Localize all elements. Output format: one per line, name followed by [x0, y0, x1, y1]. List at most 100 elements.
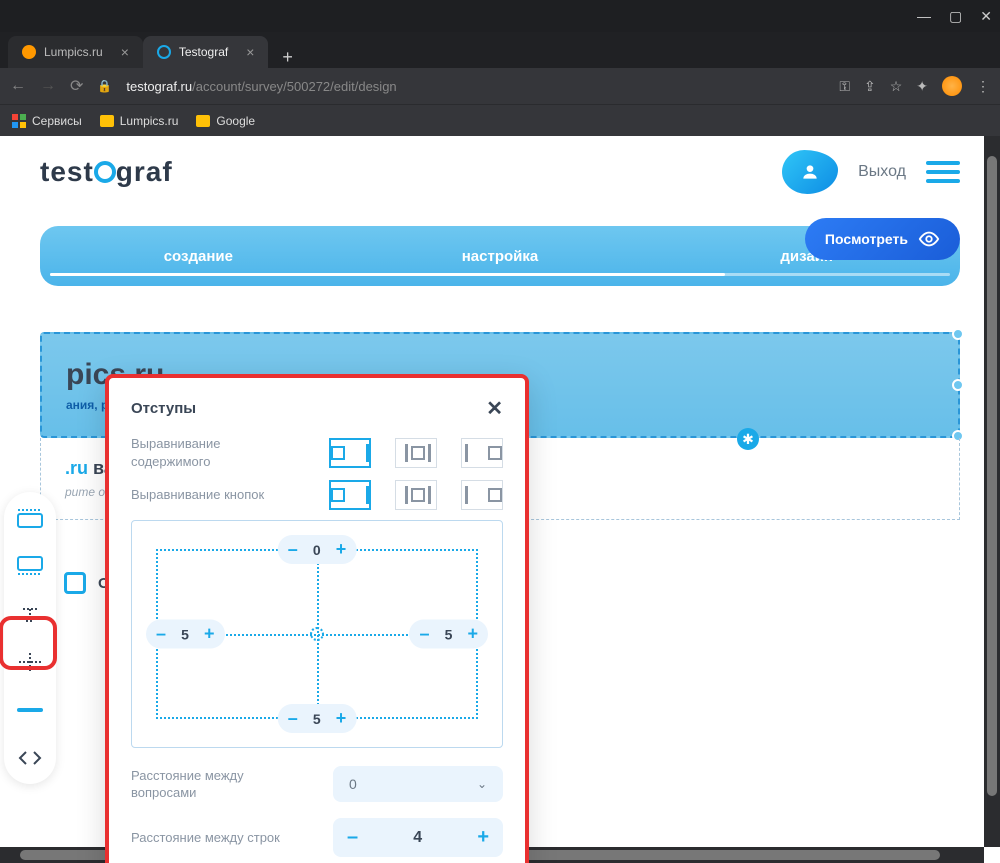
decrement-button[interactable]: –	[347, 826, 358, 849]
lock-icon[interactable]: 🔒	[97, 79, 112, 93]
finish-link[interactable]: Завершить	[874, 302, 940, 316]
line-gap-label: Расстояние между строк	[131, 829, 280, 847]
chevron-down-icon: ⌄	[477, 777, 487, 791]
close-tab-icon[interactable]: ×	[246, 44, 254, 60]
close-tab-icon[interactable]: ×	[121, 44, 129, 60]
user-icon	[800, 162, 820, 182]
apps-grid-icon	[12, 114, 26, 128]
address-bar: ← → ⟳ 🔒 testograf.ru/account/survey/5002…	[0, 68, 1000, 104]
browser-tabstrip: Lumpics.ru × Testograf × +	[0, 32, 1000, 68]
preview-button[interactable]: Посмотреть	[805, 218, 960, 260]
align-content-options	[329, 438, 503, 468]
layout-tool[interactable]	[12, 502, 48, 534]
panel-close-button[interactable]: ✕	[486, 396, 503, 421]
center-dot-icon	[310, 627, 324, 641]
align-right-option[interactable]	[461, 480, 503, 510]
design-toolbar	[4, 492, 56, 784]
tab-label: Testograf	[179, 45, 228, 59]
resize-handle[interactable]	[952, 328, 964, 340]
question-gap-label: Расстояние между вопросами	[131, 767, 281, 802]
align-buttons-label: Выравнивание кнопок	[131, 486, 264, 504]
padding-visual: – 0 + – 5 + – 5 + – 5 +	[156, 549, 478, 719]
padding-bottom-stepper[interactable]: – 5 +	[278, 704, 357, 733]
back-arrow-icon[interactable]: ←	[58, 292, 80, 318]
survey-steps: Посмотреть создание настройка дизайн Зав…	[40, 226, 960, 296]
align-left-option[interactable]	[329, 438, 371, 468]
logo-o-icon	[94, 161, 116, 183]
decrement-button[interactable]: –	[419, 624, 429, 645]
align-content-label: Выравнивание содержимого	[131, 435, 281, 470]
tab-lumpics[interactable]: Lumpics.ru ×	[8, 36, 143, 68]
step-progress-line	[50, 273, 950, 276]
checkbox-icon[interactable]	[64, 572, 86, 594]
padding-top-value: 0	[310, 542, 324, 558]
app-header: testgraf Выход	[0, 136, 1000, 208]
bookmarks-bar: Сервисы Lumpics.ru Google	[0, 104, 1000, 136]
user-avatar-bubble[interactable]	[782, 150, 838, 194]
line-gap-stepper[interactable]: – 4 +	[333, 818, 503, 857]
tab-testograf[interactable]: Testograf ×	[143, 36, 269, 68]
spacing-panel: Отступы ✕ Выравнивание содержимого Вырав…	[105, 374, 529, 863]
decrement-button[interactable]: –	[156, 624, 166, 645]
decrement-button[interactable]: –	[288, 539, 298, 560]
tab-label: Lumpics.ru	[44, 45, 103, 59]
bookmark-star-icon[interactable]: ☆	[890, 78, 903, 95]
folder-icon	[100, 115, 114, 127]
spacing-tool[interactable]	[12, 646, 48, 678]
decrement-button[interactable]: –	[288, 708, 298, 729]
step-settings[interactable]: настройка	[347, 248, 654, 265]
eye-icon	[918, 228, 940, 250]
testograf-logo[interactable]: testgraf	[40, 156, 173, 188]
bookmark-services[interactable]: Сервисы	[12, 114, 82, 128]
question-gap-select[interactable]: 0 ⌄	[333, 766, 503, 802]
question-gap-value: 0	[349, 776, 357, 792]
padding-right-value: 5	[441, 626, 455, 642]
key-icon[interactable]: ⚿	[839, 78, 850, 95]
forward-button[interactable]: →	[40, 77, 56, 95]
share-icon[interactable]: ⇪	[864, 78, 876, 95]
tab-favicon	[157, 45, 171, 59]
page-viewport: testgraf Выход Посмотреть создание настр…	[0, 136, 1000, 863]
url-display[interactable]: testograf.ru/account/survey/500272/edit/…	[126, 79, 396, 94]
menu-burger-icon[interactable]	[926, 161, 960, 183]
bookmark-lumpics[interactable]: Lumpics.ru	[100, 114, 179, 128]
padding-bottom-value: 5	[310, 711, 324, 727]
profile-avatar[interactable]	[942, 76, 962, 96]
reload-button[interactable]: ⟳	[70, 76, 83, 96]
line-tool[interactable]	[12, 694, 48, 726]
align-left-option[interactable]	[329, 480, 371, 510]
increment-button[interactable]: +	[477, 826, 489, 849]
new-tab-button[interactable]: +	[268, 47, 307, 68]
code-tool[interactable]	[12, 742, 48, 774]
window-titlebar: — ▢ ✕	[0, 0, 1000, 32]
line-gap-value: 4	[413, 829, 422, 847]
extensions-icon[interactable]: ✦	[916, 78, 928, 95]
back-button[interactable]: ←	[10, 77, 26, 95]
align-center-option[interactable]	[395, 438, 437, 468]
padding-left-value: 5	[178, 626, 192, 642]
align-right-option[interactable]	[461, 438, 503, 468]
increment-button[interactable]: +	[467, 624, 478, 645]
padding-left-stepper[interactable]: – 5 +	[146, 620, 225, 649]
align-buttons-options	[329, 480, 503, 510]
maximize-button[interactable]: ▢	[949, 8, 962, 25]
increment-button[interactable]: +	[336, 539, 347, 560]
close-window-button[interactable]: ✕	[980, 8, 992, 25]
padding-editor: – 0 + – 5 + – 5 + – 5 +	[131, 520, 503, 748]
bookmark-google[interactable]: Google	[196, 114, 255, 128]
step-create[interactable]: создание	[40, 248, 347, 265]
vertical-scrollbar[interactable]	[984, 136, 1000, 847]
text-tool[interactable]	[12, 598, 48, 630]
browser-menu-icon[interactable]: ⋮	[976, 78, 990, 95]
increment-button[interactable]: +	[336, 708, 347, 729]
padding-right-stepper[interactable]: – 5 +	[409, 620, 488, 649]
padding-top-stepper[interactable]: – 0 +	[278, 535, 357, 564]
increment-button[interactable]: +	[204, 624, 215, 645]
logout-link[interactable]: Выход	[858, 163, 906, 181]
folder-icon	[196, 115, 210, 127]
minimize-button[interactable]: —	[917, 8, 931, 24]
header-tool[interactable]	[12, 550, 48, 582]
resize-handle[interactable]	[952, 379, 964, 391]
align-center-option[interactable]	[395, 480, 437, 510]
panel-title: Отступы	[131, 400, 196, 417]
